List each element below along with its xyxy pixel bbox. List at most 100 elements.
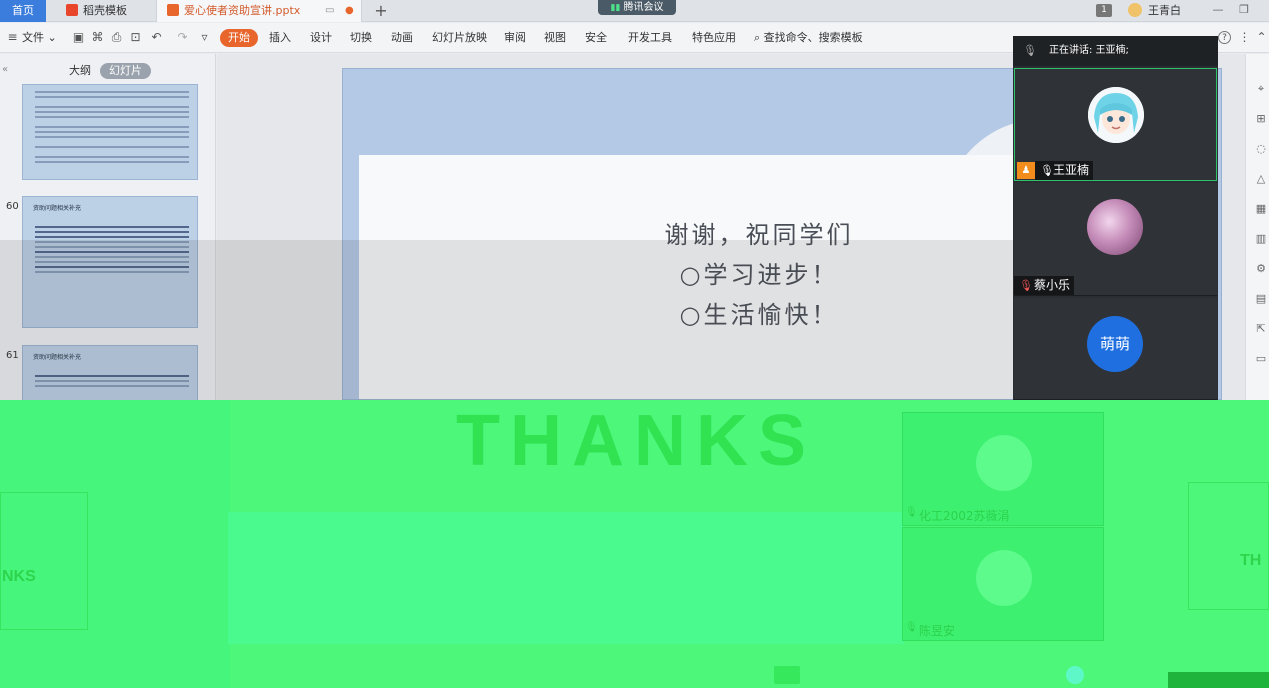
tab-home[interactable]: 首页 — [0, 0, 46, 22]
speaking-indicator: 🎙 正在讲话: 王亚楠; — [1013, 36, 1218, 66]
avatar: 萌萌 — [1087, 316, 1143, 372]
print-icon[interactable]: ⎙ — [110, 31, 123, 44]
thumb-text-line — [35, 226, 189, 228]
new-tab-button[interactable]: + — [372, 0, 390, 22]
save-icon[interactable]: ▣ — [72, 31, 85, 44]
ghost-participant-name-text: 陈昱安 — [919, 624, 956, 638]
tab-document-label: 爱心使者资助宣讲.pptx — [184, 4, 301, 17]
ribbon-tab-7[interactable]: 视图 — [544, 29, 566, 47]
glitch-thumbnail — [1188, 482, 1269, 610]
tab-slides[interactable]: 幻灯片 — [100, 63, 151, 79]
print-preview-icon[interactable]: ⊡ — [129, 31, 142, 44]
help-icon[interactable]: ? — [1218, 31, 1231, 44]
participant-name-text: 王亚楠 — [1053, 163, 1090, 177]
signal-icon: ▮▮ — [610, 3, 621, 13]
participant-tile[interactable]: 🎙 蔡小乐 — [1014, 183, 1217, 296]
thumb-text-line — [35, 111, 189, 113]
ribbon-tab-2[interactable]: 设计 — [310, 29, 332, 47]
thumb-title: 资助问题相关补充 — [33, 205, 82, 212]
animation-icon[interactable]: △ — [1254, 172, 1268, 186]
ribbon-tab-5[interactable]: 幻灯片放映 — [432, 29, 487, 47]
tab-bar: 首页 稻壳模板 爱心使者资助宣讲.pptx ▭ ● + ▮▮ 腾讯会议 1 王青白… — [0, 0, 1269, 22]
ribbon-tab-3[interactable]: 切换 — [350, 29, 372, 47]
slide-number: 60 — [6, 201, 19, 212]
participant-tile[interactable]: 萌萌 — [1014, 298, 1217, 400]
slide-thumbnail[interactable] — [22, 84, 198, 180]
undo-icon[interactable]: ↶ — [150, 31, 163, 44]
monitor-icon[interactable]: ▭ — [325, 0, 334, 22]
avatar — [1087, 199, 1143, 255]
user-name: 王青白 — [1148, 4, 1181, 17]
chart-icon[interactable]: ▥ — [1254, 232, 1268, 246]
microphone-icon: 🎙 — [905, 622, 918, 633]
tab-count-badge[interactable]: 1 — [1096, 4, 1112, 17]
ribbon-tab-10[interactable]: 特色应用 — [692, 29, 736, 47]
tab-templates-label: 稻壳模板 — [83, 4, 127, 17]
user-account[interactable]: 王青白 — [1128, 3, 1181, 19]
thumb-text-line — [35, 116, 189, 118]
participant-name: 🎙 蔡小乐 — [1014, 276, 1075, 295]
menu-icon[interactable]: ≡ — [6, 31, 19, 44]
collapse-ribbon-icon[interactable]: ⌃ — [1255, 31, 1268, 44]
settings-icon[interactable]: ⚙ — [1254, 262, 1268, 276]
glitch-corner-block — [1168, 672, 1269, 688]
thumb-text-line — [35, 161, 189, 163]
participant-name: 🎙 王亚楠 — [1035, 161, 1094, 180]
share-icon[interactable]: ⇱ — [1254, 322, 1268, 336]
avatar — [976, 435, 1032, 491]
slide-watermark-text: THANKS — [456, 401, 816, 481]
ribbon-tab-9[interactable]: 开发工具 — [628, 29, 672, 47]
restore-button[interactable]: ❐ — [1234, 0, 1254, 22]
microphone-icon: 🎙 — [905, 507, 918, 518]
microphone-muted-icon: 🎙 — [1019, 279, 1033, 292]
screen-share-glitch-region: THANKS NKS TH 🎙 化工2002苏薇涓 🎙 陈昱安 — [0, 400, 1269, 688]
thumb-text-line — [35, 146, 189, 148]
select-icon[interactable]: ⌖ — [1254, 82, 1268, 96]
thumb-text-line — [35, 231, 189, 233]
speaking-label: 正在讲话: 王亚楠; — [1049, 45, 1129, 56]
participant-tile[interactable]: ♟ 🎙 王亚楠 — [1014, 68, 1217, 181]
shape-icon[interactable]: ◌ — [1254, 142, 1268, 156]
file-menu-label: 文件 — [22, 31, 44, 44]
overlay-shade — [0, 240, 1013, 400]
ghost-participant-tile: 🎙 化工2002苏薇涓 — [902, 412, 1104, 526]
thumb-text-line — [35, 236, 189, 238]
microphone-icon: 🎙 — [1040, 164, 1054, 177]
avatar — [1128, 3, 1142, 17]
more-dropdown-icon[interactable]: ▿ — [198, 31, 211, 44]
redo-icon[interactable]: ↷ — [176, 31, 189, 44]
ribbon-tab-0[interactable]: 开始 — [220, 29, 258, 47]
more-options-icon[interactable]: ⋮ — [1238, 31, 1251, 44]
ribbon-tab-6[interactable]: 审阅 — [504, 29, 526, 47]
command-search-placeholder: 查找命令、搜索模板 — [763, 31, 863, 44]
command-search[interactable]: ⌕ 查找命令、搜索模板 — [754, 29, 863, 47]
meeting-status-badge[interactable]: ▮▮ 腾讯会议 — [598, 0, 676, 15]
anime-avatar-icon — [1088, 87, 1144, 143]
unsaved-dot-icon: ● — [345, 5, 354, 16]
microphone-icon: 🎙 — [1023, 44, 1037, 57]
pptx-file-icon — [167, 4, 179, 16]
collapse-panel-icon[interactable]: « — [2, 64, 8, 75]
ribbon-tab-4[interactable]: 动画 — [391, 29, 413, 47]
right-toolbar — [1245, 54, 1269, 400]
ghost-participant-name-text: 化工2002苏薇涓 — [919, 509, 1010, 523]
tab-templates[interactable]: 稻壳模板 — [56, 0, 148, 22]
ribbon-tab-1[interactable]: 插入 — [269, 29, 291, 47]
ghost-participant-tile: 🎙 陈昱安 — [902, 527, 1104, 641]
ghost-participant-name: 🎙 化工2002苏薇涓 — [905, 507, 1010, 524]
notes-icon[interactable]: ▭ — [1254, 352, 1268, 366]
style-icon[interactable]: ⊞ — [1254, 112, 1268, 126]
minimize-button[interactable]: — — [1208, 0, 1228, 22]
tab-outline[interactable]: 大纲 — [60, 63, 100, 79]
file-menu[interactable]: 文件 ⌄ — [22, 29, 57, 47]
thumb-text-line — [35, 126, 189, 128]
format-painter-icon[interactable]: ⌘ — [91, 31, 104, 44]
ribbon-tab-8[interactable]: 安全 — [585, 29, 607, 47]
layout-icon[interactable]: ▦ — [1254, 202, 1268, 216]
host-badge-icon: ♟ — [1017, 162, 1035, 179]
backup-icon[interactable]: ▤ — [1254, 292, 1268, 306]
tab-document[interactable]: 爱心使者资助宣讲.pptx ▭ ● — [156, 0, 362, 22]
glitch-button — [774, 666, 800, 684]
avatar-initials: 萌萌 — [1099, 335, 1130, 353]
thumb-text-line — [35, 156, 189, 158]
